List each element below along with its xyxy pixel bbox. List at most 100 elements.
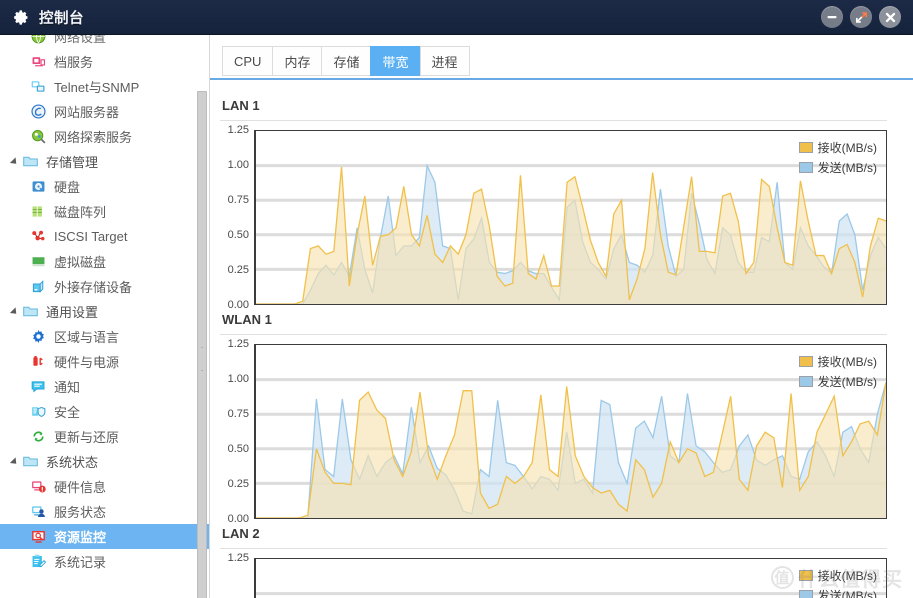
sidebar-item-16[interactable]: 更新与还原 — [0, 424, 209, 449]
sidebar-item-label: 硬件与电源 — [54, 355, 120, 370]
legend-label: 发送(MB/s) — [817, 161, 877, 175]
shield-icon — [32, 406, 46, 417]
sidebar-item-label: 通用设置 — [46, 305, 99, 320]
tab-bar: CPU 内存 存储 带宽 进程 — [210, 35, 913, 80]
chart-legend: 接收(MB/s) 发送(MB/s) — [798, 139, 877, 176]
file-service-icon — [32, 57, 46, 67]
virtual-disk-icon — [32, 257, 45, 267]
sidebar-item-1[interactable]: 档服务 — [0, 49, 209, 74]
tab-label: 进程 — [431, 54, 458, 70]
y-tick-label: 1.00 — [227, 159, 249, 171]
globe-icon — [31, 35, 46, 44]
plot-area: 接收(MB/s) 发送(MB/s) — [254, 344, 887, 519]
minimize-button[interactable] — [821, 6, 843, 28]
chart-svg — [256, 559, 886, 598]
sidebar-item-20[interactable]: 资源监控 — [0, 524, 209, 549]
sidebar-item-15[interactable]: 安全 — [0, 399, 209, 424]
window-title: 控制台 — [39, 10, 84, 27]
tab-CPU[interactable]: CPU — [222, 46, 273, 76]
sidebar-item-12[interactable]: 区域与语言 — [0, 324, 209, 349]
plot-row: 1.25 接收(MB/s) 发送(MB/s) — [220, 552, 887, 598]
y-axis: 0.00 0.25 0.50 0.75 1.00 1.25 — [220, 338, 254, 525]
sidebar-item-21[interactable]: 系统记录 — [0, 549, 209, 574]
chart-title: LAN 2 — [220, 521, 887, 549]
sidebar-item-label: 服务状态 — [54, 505, 107, 520]
chart-block-wlan-1: WLAN 1 0.00 0.25 0.50 0.75 1.00 1.25 接收(MB/s) 发送… — [220, 307, 887, 525]
folder-icon — [23, 306, 38, 317]
legend-item-tx: 发送(MB/s) — [798, 373, 877, 390]
sidebar-item-3[interactable]: 网站服务器 — [0, 99, 209, 124]
speech-icon — [31, 381, 45, 393]
raid-icon — [32, 206, 42, 217]
legend-item-rx: 接收(MB/s) — [798, 139, 877, 156]
sidebar-item-label: 档服务 — [54, 55, 94, 70]
chevron-down-icon[interactable] — [9, 456, 20, 467]
sidebar-item-6[interactable]: 硬盘 — [0, 174, 209, 199]
sidebar-item-2[interactable]: Telnet与SNMP — [0, 74, 209, 99]
minimize-icon — [827, 16, 837, 19]
maximize-button[interactable] — [850, 6, 872, 28]
sidebar-item-label: 网络探索服务 — [54, 130, 133, 145]
y-tick-label: 1.25 — [227, 124, 249, 136]
tab-label: CPU — [234, 53, 262, 69]
chart-block-lan-2: LAN 2 1.25 接收(MB/s) 发送(MB/s) — [220, 521, 887, 598]
sidebar-item-5[interactable]: 存储管理 — [0, 149, 209, 174]
log-icon — [32, 554, 47, 568]
legend-item-rx: 接收(MB/s) — [798, 353, 877, 370]
sidebar-item-label: ISCSI Target — [54, 229, 128, 244]
y-tick-label: 1.25 — [227, 338, 249, 350]
legend-swatch-rx — [798, 570, 813, 581]
legend-label: 接收(MB/s) — [817, 569, 877, 583]
sidebar-item-label: 网络设置 — [54, 35, 107, 45]
window-titlebar[interactable]: 控制台 — [0, 0, 913, 35]
power-icon — [33, 355, 43, 366]
tab-进程[interactable]: 进程 — [419, 46, 470, 76]
chevron-down-icon[interactable] — [9, 306, 20, 317]
legend-item-tx: 发送(MB/s) — [798, 159, 877, 176]
sidebar-item-7[interactable]: 磁盘阵列 — [0, 199, 209, 224]
sidebar-item-label: 虚拟磁盘 — [54, 255, 107, 270]
sidebar-item-14[interactable]: 通知 — [0, 374, 209, 399]
sidebar-item-label: 更新与还原 — [54, 430, 120, 445]
plot-row: 0.00 0.25 0.50 0.75 1.00 1.25 接收(MB/s) 发送(MB/s) — [220, 338, 887, 525]
desktop: 控制台 网络设置 档服务 Telnet与SNMP 网站服务器 网络探索服务 存储… — [0, 0, 913, 598]
terminal-icon — [31, 81, 45, 92]
y-tick-label: 0.25 — [227, 264, 249, 276]
legend-item-rx: 接收(MB/s) — [798, 567, 877, 584]
sidebar-item-label: 通知 — [54, 380, 81, 395]
sidebar-item-label: 硬盘 — [54, 180, 81, 195]
chart-svg — [256, 345, 886, 518]
sidebar-item-10[interactable]: 外接存储设备 — [0, 274, 209, 299]
sidebar-item-8[interactable]: ISCSI Target — [0, 224, 209, 249]
tab-内存[interactable]: 内存 — [272, 46, 322, 76]
y-tick-label: 0.50 — [227, 443, 249, 455]
tab-存储[interactable]: 存储 — [321, 46, 371, 76]
sidebar-item-4[interactable]: 网络探索服务 — [0, 124, 209, 149]
network-scan-icon — [32, 130, 46, 144]
sidebar-item-0[interactable]: 网络设置 — [0, 35, 209, 49]
legend-item-tx: 发送(MB/s) — [798, 587, 877, 598]
iscsi-icon — [32, 230, 45, 241]
sidebar-item-18[interactable]: 硬件信息 — [0, 474, 209, 499]
gear-blue-icon — [33, 329, 44, 344]
chart-legend: 接收(MB/s) 发送(MB/s) — [798, 353, 877, 390]
legend-label: 接收(MB/s) — [817, 141, 877, 155]
close-button[interactable] — [879, 6, 901, 28]
legend-swatch-tx — [798, 590, 813, 598]
chart-title: LAN 1 — [220, 93, 887, 121]
folder-icon — [23, 156, 38, 167]
y-tick-label: 1.00 — [227, 373, 249, 385]
sidebar-item-label: 硬件信息 — [54, 480, 107, 495]
tab-带宽[interactable]: 带宽 — [370, 46, 420, 76]
sidebar-item-label: 网站服务器 — [54, 105, 120, 120]
chevron-down-icon[interactable] — [9, 156, 20, 167]
y-tick-label: 1.25 — [227, 552, 249, 564]
sidebar-item-13[interactable]: 硬件与电源 — [0, 349, 209, 374]
sidebar-item-17[interactable]: 系统状态 — [0, 449, 209, 474]
sidebar-scrollbar[interactable] — [197, 91, 207, 598]
y-axis: 1.25 — [220, 552, 254, 598]
sidebar-item-11[interactable]: 通用设置 — [0, 299, 209, 324]
folder-icon — [23, 456, 38, 467]
sidebar-item-19[interactable]: 服务状态 — [0, 499, 209, 524]
sidebar-item-9[interactable]: 虚拟磁盘 — [0, 249, 209, 274]
